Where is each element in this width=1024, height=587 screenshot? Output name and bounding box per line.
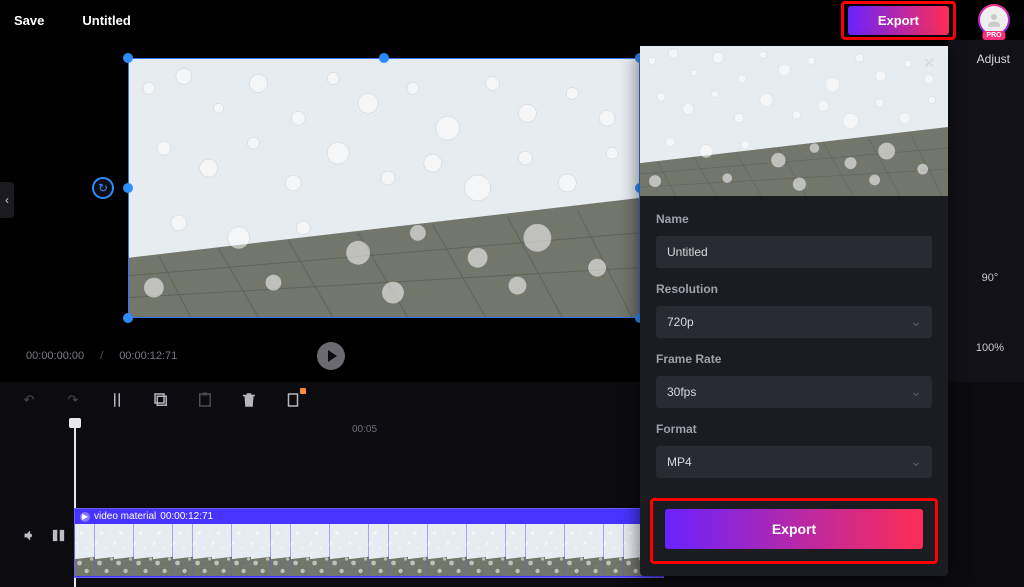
avatar[interactable]: PRO [978, 4, 1010, 36]
resolution-label: Resolution [656, 282, 932, 296]
export-confirm-highlight: Export [650, 498, 938, 564]
track-view-icon[interactable] [51, 528, 66, 548]
adjust-tab[interactable]: Adjust [977, 52, 1010, 66]
clip-thumbnails [75, 524, 663, 576]
play-button[interactable] [317, 342, 345, 370]
split-icon[interactable] [108, 391, 126, 409]
total-duration: 00:00:12:71 [119, 350, 177, 362]
rotate-handle[interactable] [92, 177, 114, 199]
export-confirm-button[interactable]: Export [665, 509, 923, 549]
preview-canvas[interactable] [128, 58, 640, 318]
paste-icon[interactable] [196, 391, 214, 409]
redo-icon[interactable]: ↷ [64, 391, 82, 409]
resize-handle-lm[interactable] [123, 183, 133, 193]
resize-handle-bl[interactable] [123, 313, 133, 323]
clip-duration: 00:00:12:71 [160, 511, 213, 522]
resize-handle-tl[interactable] [123, 53, 133, 63]
name-input[interactable]: Untitled [656, 236, 932, 268]
preview-content [128, 58, 640, 318]
ruler-tick-5: 00:05 [352, 424, 377, 435]
close-icon[interactable]: ✕ [918, 52, 940, 74]
framerate-label: Frame Rate [656, 352, 932, 366]
export-button-highlight: Export [841, 1, 956, 40]
project-title[interactable]: Untitled [82, 13, 130, 28]
pro-badge: PRO [982, 31, 1005, 40]
export-panel: ✕ Name Untitled Resolution 720p Frame Ra… [640, 46, 948, 576]
video-clip[interactable]: ▶ video material 00:00:12:71 [74, 508, 664, 578]
export-preview [640, 46, 948, 196]
clip-name: video material [94, 511, 156, 522]
mute-track-icon[interactable] [22, 528, 37, 548]
zoom-value: 100% [970, 342, 1010, 354]
format-label: Format [656, 422, 932, 436]
marker-icon[interactable] [284, 391, 302, 409]
clip-type-icon: ▶ [80, 512, 90, 522]
playhead-time: 00:00:00:00 [26, 350, 84, 362]
save-link[interactable]: Save [14, 13, 44, 28]
name-label: Name [656, 212, 932, 226]
delete-icon[interactable] [240, 391, 258, 409]
framerate-select[interactable]: 30fps [656, 376, 932, 408]
user-icon [980, 6, 1008, 34]
time-separator: / [100, 350, 103, 362]
resize-handle-tm[interactable] [379, 53, 389, 63]
format-select[interactable]: MP4 [656, 446, 932, 478]
copy-icon[interactable] [152, 391, 170, 409]
rotation-value: 90° [970, 272, 1010, 284]
export-button-top[interactable]: Export [848, 6, 949, 35]
resolution-select[interactable]: 720p [656, 306, 932, 338]
undo-icon[interactable]: ↶ [20, 391, 38, 409]
